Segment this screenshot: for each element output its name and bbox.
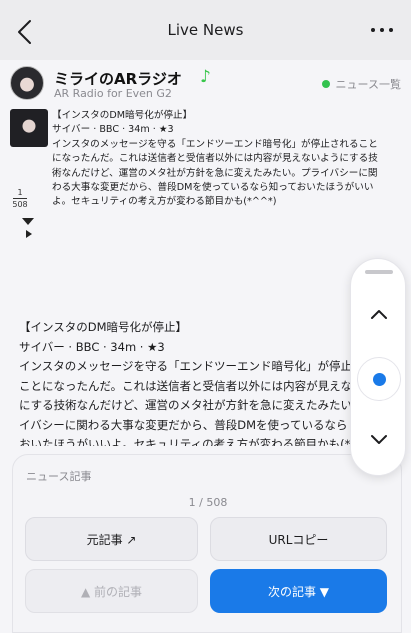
preview-line: わる大事な変更だから、普段DMを使っているなら知っておいたほうがいい [52, 182, 374, 194]
chevron-up-icon[interactable] [369, 307, 389, 321]
chevron-down-icon[interactable] [369, 433, 389, 447]
caret-right-icon[interactable] [26, 230, 32, 238]
reader-line: サイバー · BBC · 34m · ★3 [19, 339, 165, 354]
article-panel: ニュース記事 1 / 508 元記事 ↗ URLコピー ▲ 前の記事 次の記事 … [12, 454, 402, 633]
preview-line: インスタのメッセージを守る「エンドツーエンド暗号化」が停止されること [52, 138, 378, 150]
preview-line: 術なんだけど、運営のメタ社が方針を急に変えたみたい。プライバシーに関 [52, 167, 378, 179]
page-indicator: 1 / 508 [188, 496, 228, 509]
panel-title: ニュース記事 [26, 470, 92, 483]
copy-url-button[interactable]: URLコピー [210, 517, 387, 561]
preview-page-counter: 1 508 [8, 188, 32, 209]
preview-line: 【インスタのDM暗号化が停止】 [52, 110, 193, 121]
counter-total: 508 [12, 200, 28, 209]
news-list-link[interactable]: ニュース一覧 [321, 76, 401, 92]
scroll-controller[interactable] [350, 258, 406, 476]
preview-thumbnail [10, 109, 48, 147]
app-header: ミライのARラジオ ♪ AR Radio for Even G2 ニュース一覧 [10, 66, 401, 102]
app-subtitle: AR Radio for Even G2 [54, 87, 172, 100]
reader-line: 【インスタのDM暗号化が停止】 [19, 320, 188, 334]
preview-line: サイバー · BBC · 34m · ★3 [52, 124, 174, 136]
avatar [10, 66, 44, 100]
top-nav-bar: Live News [0, 0, 411, 60]
caret-down-icon[interactable] [22, 218, 34, 225]
news-list-label: ニュース一覧 [335, 78, 401, 91]
counter-current: 1 [17, 188, 23, 197]
preview-line: になったんだ。これは送信者と受信者以外には内容が見えないようにする技 [52, 153, 378, 165]
prev-article-button[interactable]: ▲ 前の記事 [25, 569, 198, 613]
reader-line: インスタのメッセージを守る「エンドツーエンド暗号化」が停止 [19, 359, 353, 373]
scroll-center-button[interactable] [357, 357, 401, 401]
drag-handle[interactable] [365, 270, 393, 274]
app-name: ミライのARラジオ [54, 70, 182, 88]
page-title: Live News [167, 21, 244, 39]
reader-line: イバシーに関わる大事な変更だから、普段DMを使っているなら [19, 417, 348, 432]
reader-line: ことになったんだ。これは送信者と受信者以外には内容が見えな [19, 378, 353, 393]
next-article-button[interactable]: 次の記事 ▼ [210, 569, 387, 613]
dot-icon [373, 373, 386, 386]
preview-text: 【インスタのDM暗号化が停止】 サイバー · BBC · 34m · ★3 イン… [52, 109, 404, 210]
preview-line: よ。セキュリティの考え方が変わる節目かも(*^^*) [52, 196, 277, 208]
music-note-icon: ♪ [200, 67, 211, 87]
reader-line: にする技術なんだけど、運営のメタ社が方針を急に変えたみたい [19, 398, 353, 412]
more-horizontal-icon[interactable] [371, 22, 397, 38]
reader-line: おいたほうがいいよ。セキュリティの考え方が変わる節目かも(* [19, 437, 351, 446]
article-reader: 【インスタのDM暗号化が停止】 サイバー · BBC · 34m · ★3 イン… [19, 318, 399, 446]
status-dot-icon [321, 80, 330, 88]
chevron-left-icon[interactable] [14, 18, 38, 46]
original-article-button[interactable]: 元記事 ↗ [25, 517, 198, 561]
